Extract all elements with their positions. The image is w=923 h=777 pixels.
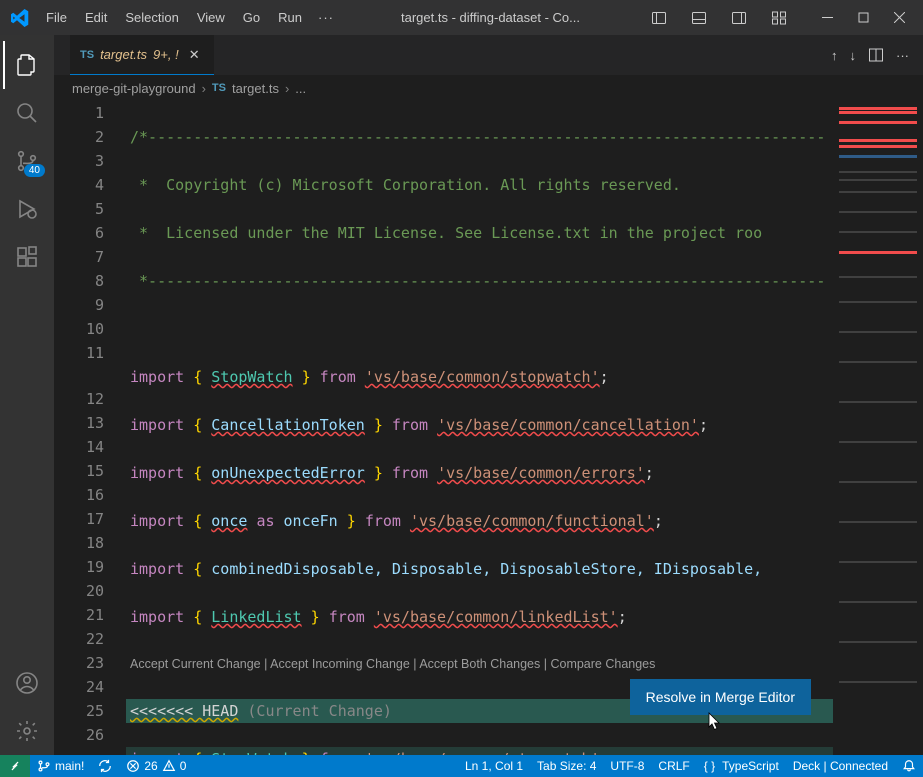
search-icon[interactable] [3,89,51,137]
go-next-change-icon[interactable]: ↓ [850,48,857,63]
minimap[interactable] [833,101,923,755]
explorer-icon[interactable] [3,41,51,89]
breadcrumb-symbol[interactable]: ... [295,81,306,96]
accept-current-change[interactable]: Accept Current Change [130,657,261,671]
git-branch[interactable]: main! [30,755,91,777]
minimize-button[interactable] [809,3,845,33]
conflict-code-lens: Accept Current Change | Accept Incoming … [126,653,833,675]
layout-controls [641,3,803,33]
menu-overflow[interactable]: ··· [312,6,340,29]
encoding[interactable]: UTF-8 [603,755,651,777]
typescript-icon: TS [212,82,226,94]
menu-edit[interactable]: Edit [77,6,115,29]
menu-run[interactable]: Run [270,6,310,29]
breadcrumbs[interactable]: merge-git-playground › TS target.ts › ..… [54,75,923,101]
maximize-button[interactable] [845,3,881,33]
code-editor[interactable]: /*--------------------------------------… [126,101,833,755]
more-actions-icon[interactable]: ··· [896,48,909,63]
breadcrumb-file[interactable]: target.ts [232,81,279,96]
resolve-in-merge-editor-button[interactable]: Resolve in Merge Editor [630,679,811,715]
compare-changes[interactable]: Compare Changes [550,657,655,671]
typescript-icon: TS [80,49,94,61]
menu-go[interactable]: Go [235,6,268,29]
notifications-icon[interactable] [895,755,923,777]
breadcrumb-folder[interactable]: merge-git-playground [72,81,196,96]
editor-area: TS target.ts 9+, ! ✕ ↑ ↓ ··· merge-git-p… [54,35,923,755]
customize-layout-icon[interactable] [761,3,797,33]
accept-both-changes[interactable]: Accept Both Changes [419,657,540,671]
cursor-pointer-icon [703,711,723,735]
split-editor-icon[interactable] [868,47,884,63]
tab-title: target.ts [100,47,147,62]
source-control-icon[interactable]: 40 [3,137,51,185]
tab-target-ts[interactable]: TS target.ts 9+, ! ✕ [70,35,214,75]
sync-changes[interactable] [91,755,119,777]
status-bar: main! 26 0 Ln 1, Col 1 Tab Size: 4 UTF-8… [0,755,923,777]
go-previous-change-icon[interactable]: ↑ [831,48,838,63]
run-debug-icon[interactable] [3,185,51,233]
eol[interactable]: CRLF [651,755,696,777]
chevron-right-icon: › [285,81,289,96]
close-window-button[interactable] [881,3,917,33]
extensions-icon[interactable] [3,233,51,281]
line-number-gutter[interactable]: 1234567891011121314151617181920212223242… [54,101,126,755]
toggle-primary-sidebar-icon[interactable] [641,3,677,33]
title-bar: File Edit Selection View Go Run ··· targ… [0,0,923,35]
cursor-position[interactable]: Ln 1, Col 1 [458,755,530,777]
tab-close-icon[interactable]: ✕ [185,45,204,65]
window-title: target.ts - diffing-dataset - Co... [340,10,641,25]
window-controls [809,3,917,33]
language-mode[interactable]: { }TypeScript [697,755,786,777]
tab-modified-indicator: 9+, ! [153,47,179,62]
toggle-secondary-sidebar-icon[interactable] [721,3,757,33]
accept-incoming-change[interactable]: Accept Incoming Change [270,657,410,671]
chevron-right-icon: › [202,81,206,96]
menu-file[interactable]: File [38,6,75,29]
problems[interactable]: 26 0 [119,755,193,777]
menu-selection[interactable]: Selection [117,6,186,29]
scm-badge: 40 [24,164,45,177]
accounts-icon[interactable] [3,659,51,707]
deck-connected[interactable]: Deck | Connected [786,755,895,777]
settings-gear-icon[interactable] [3,707,51,755]
menu-view[interactable]: View [189,6,233,29]
app-logo[interactable] [6,4,34,32]
indentation[interactable]: Tab Size: 4 [530,755,603,777]
remote-indicator[interactable] [0,755,30,777]
toggle-panel-icon[interactable] [681,3,717,33]
menu-bar: File Edit Selection View Go Run ··· [38,6,340,29]
activity-bar: 40 [0,35,54,755]
tab-bar: TS target.ts 9+, ! ✕ ↑ ↓ ··· [54,35,923,75]
